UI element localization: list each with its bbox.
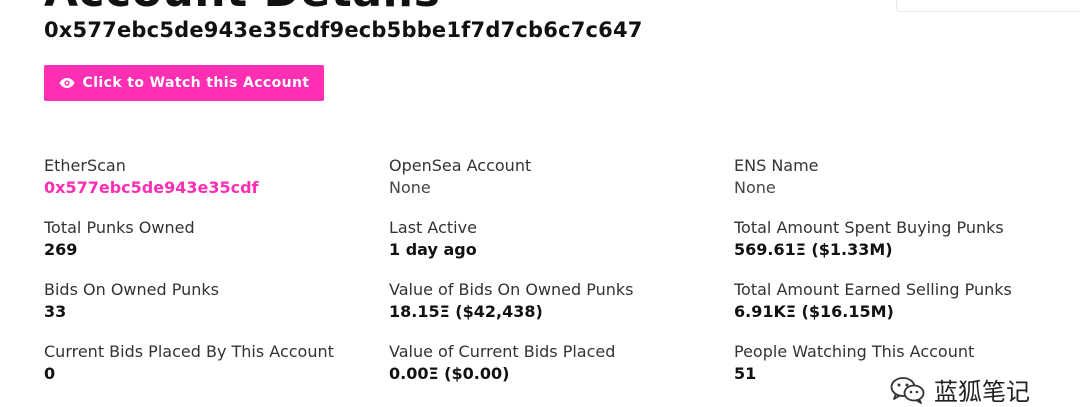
stat-ens-name: ENS Name None — [734, 155, 819, 199]
stat-label: Total Amount Spent Buying Punks — [734, 218, 1004, 237]
watermark: 蓝狐笔记 — [890, 372, 1030, 407]
stat-label: OpenSea Account — [389, 156, 532, 175]
stat-label: People Watching This Account — [734, 342, 975, 361]
stat-label: Total Amount Earned Selling Punks — [734, 280, 1012, 299]
watch-account-label: Click to Watch this Account — [82, 75, 310, 91]
stat-last-active: Last Active 1 day ago — [389, 217, 477, 261]
stat-value-of-current-bids: Value of Current Bids Placed 0.00Ξ ($0.0… — [389, 341, 615, 385]
page-title: Account Details — [44, 0, 440, 17]
stat-value: 269 — [44, 240, 78, 259]
stat-value: 1 day ago — [389, 240, 477, 259]
eye-icon — [59, 77, 75, 89]
stat-value: 569.61Ξ ($1.33M) — [734, 240, 893, 259]
stat-value: None — [389, 178, 431, 197]
stat-value: 0 — [44, 364, 56, 383]
stat-label: Value of Current Bids Placed — [389, 342, 616, 361]
stat-current-bids-placed: Current Bids Placed By This Account 0 — [44, 341, 334, 385]
stat-amount-earned-selling: Total Amount Earned Selling Punks 6.91KΞ… — [734, 279, 1012, 323]
stat-value-of-bids-owned: Value of Bids On Owned Punks 18.15Ξ ($42… — [389, 279, 634, 323]
stat-label: Value of Bids On Owned Punks — [389, 280, 634, 299]
stat-label: Current Bids Placed By This Account — [44, 342, 334, 361]
stat-value: 18.15Ξ ($42,438) — [389, 302, 543, 321]
wechat-icon — [890, 376, 926, 404]
stat-label: Bids On Owned Punks — [44, 280, 219, 299]
etherscan-link[interactable]: 0x577ebc5de943e35cdf — [44, 178, 259, 197]
stat-etherscan: EtherScan 0x577ebc5de943e35cdf — [44, 155, 259, 199]
stat-label: EtherScan — [44, 156, 126, 175]
stat-bids-on-owned-punks: Bids On Owned Punks 33 — [44, 279, 219, 323]
stat-amount-spent-buying: Total Amount Spent Buying Punks 569.61Ξ … — [734, 217, 1004, 261]
top-right-panel — [896, 0, 1080, 12]
stat-opensea-account: OpenSea Account None — [389, 155, 531, 199]
watch-account-button[interactable]: Click to Watch this Account — [44, 65, 324, 101]
stat-total-punks-owned: Total Punks Owned 269 — [44, 217, 195, 261]
stat-value: 6.91KΞ ($16.15M) — [734, 302, 894, 321]
stat-label: Last Active — [389, 218, 477, 237]
stat-label: ENS Name — [734, 156, 819, 175]
watermark-text: 蓝狐笔记 — [934, 378, 1030, 406]
account-address: 0x577ebc5de943e35cdf9ecb5bbe1f7d7cb6c7c6… — [44, 18, 643, 42]
stat-value: 33 — [44, 302, 67, 321]
stat-value: None — [734, 178, 776, 197]
stat-label: Total Punks Owned — [44, 218, 195, 237]
stat-value: 0.00Ξ ($0.00) — [389, 364, 510, 383]
